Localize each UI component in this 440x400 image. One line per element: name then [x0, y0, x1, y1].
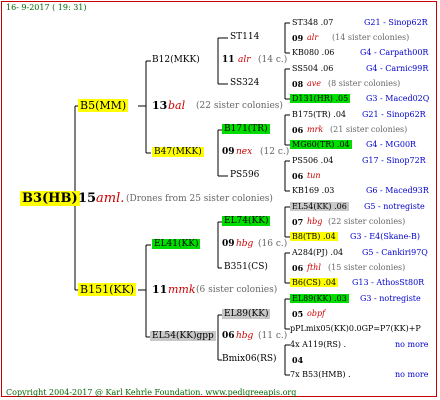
- gen2-queen[interactable]: EL41(KK): [152, 239, 201, 249]
- gen4-mark: tun: [307, 171, 321, 180]
- copyright: Copyright 2004-2017 @ Karl Kehrle Founda…: [6, 388, 297, 397]
- gen3-queen[interactable]: B351(CS): [224, 263, 268, 272]
- gen3-queen[interactable]: Bmix06(RS): [222, 355, 277, 364]
- gen1-queen[interactable]: B5(MM): [78, 99, 129, 112]
- gen4-queen[interactable]: 7x B53(HMB) .: [290, 371, 351, 379]
- gen4-year: 08: [292, 79, 304, 89]
- gen4-year: 06: [292, 263, 304, 273]
- gen3-queen[interactable]: B171(TR): [222, 124, 270, 134]
- gen4-origin: no more: [395, 340, 429, 349]
- gen4-origin: G3 - notregiste: [360, 294, 421, 303]
- gen4-mark: ave: [307, 79, 322, 88]
- gen4-year: 05: [292, 309, 304, 319]
- gen4-origin: G6 - Maced93R: [366, 186, 429, 195]
- gen2-note: (14 c.): [258, 55, 288, 65]
- gen4-origin: G21 - Sinop62R: [362, 110, 426, 119]
- gen4-note: (22 sister colonies): [328, 217, 406, 226]
- gen1-queen[interactable]: B151(KK): [78, 283, 137, 296]
- gen4-origin: G4 - MG00R: [366, 140, 417, 149]
- root-queen[interactable]: B3(HB): [20, 191, 80, 206]
- gen4-mark: obpf: [307, 309, 326, 318]
- gen1-year: 13: [152, 99, 168, 112]
- gen4-year: 09: [292, 33, 304, 43]
- gen2-mark: alr: [238, 55, 251, 65]
- gen4-queen[interactable]: MG60(TR) .04: [290, 140, 352, 149]
- gen4-origin: G21 - Sinop62R: [364, 18, 428, 27]
- gen4-year: 04: [292, 355, 304, 365]
- gen2-queen[interactable]: B12(MKK): [152, 56, 200, 65]
- gen4-origin: G3 - Maced02Q: [366, 94, 430, 103]
- gen3-queen[interactable]: SS324: [230, 79, 259, 88]
- gen2-queen[interactable]: EL54(KK)gpp: [150, 331, 216, 341]
- gen4-queen[interactable]: EL54(KK) .06: [290, 202, 349, 211]
- gen4-queen[interactable]: SS504 .06: [292, 65, 333, 73]
- gen4-queen[interactable]: D131(HR) .05: [290, 94, 351, 103]
- root-note: (Drones from 25 sister colonies): [126, 194, 273, 204]
- gen2-mark: hbg: [236, 239, 254, 249]
- gen4-note: (15 sister colonies): [328, 263, 406, 272]
- root-year: 15: [78, 191, 97, 206]
- gen4-origin: G5 - notregiste: [364, 202, 425, 211]
- gen4-queen[interactable]: KB169 .03: [292, 187, 334, 195]
- gen4-origin: G4 - Carpath00R: [360, 48, 429, 57]
- gen4-note: (8 sister colonies): [328, 79, 401, 88]
- gen4-note: (14 sister colonies): [332, 33, 410, 42]
- gen2-mark: nex: [236, 147, 253, 157]
- timestamp: 16- 9-2017 ( 19: 31): [6, 3, 87, 12]
- gen4-queen[interactable]: EL89(KK) .03: [290, 294, 349, 303]
- gen3-queen[interactable]: EL74(KK): [222, 216, 271, 226]
- gen4-year: 06: [292, 171, 304, 181]
- gen4-queen[interactable]: B175(TR) .04: [292, 111, 346, 119]
- gen4-origin: G3 - E4(Skane-B): [350, 232, 421, 241]
- gen2-note: (11 c.): [258, 331, 288, 341]
- gen4-note: (21 sister colonies): [330, 125, 408, 134]
- gen4-mark: hbg: [307, 217, 323, 226]
- gen4-origin: G17 - Sinop72R: [362, 156, 426, 165]
- gen1-mark: mmk: [168, 283, 196, 296]
- gen2-note: (16 c.): [258, 239, 288, 249]
- gen4-queen[interactable]: ST348 .07: [292, 19, 333, 27]
- gen4-queen[interactable]: A284(PJ) .04: [292, 249, 343, 257]
- gen4-queen[interactable]: PS506 .04: [292, 157, 333, 165]
- root-mark: aml.: [96, 191, 125, 206]
- gen1-note: (6 sister colonies): [196, 285, 278, 295]
- gen3-queen[interactable]: PS596: [230, 171, 259, 180]
- gen4-year: 07: [292, 217, 304, 227]
- gen4-origin: G5 - Cankiri97Q: [362, 248, 428, 257]
- gen1-note: (22 sister colonies): [196, 101, 283, 111]
- gen2-note: (12 c.): [260, 147, 290, 157]
- gen4-origin: G13 - AthosSt80R: [352, 278, 425, 287]
- gen4-year: 06: [292, 125, 304, 135]
- gen4-origin: no more: [395, 370, 429, 379]
- gen2-queen[interactable]: B47(MKK): [152, 147, 204, 157]
- gen1-mark: bal: [168, 99, 186, 112]
- gen4-queen[interactable]: KB080 .06: [292, 49, 334, 57]
- gen2-year: 11: [222, 55, 235, 65]
- gen4-queen[interactable]: 4x A119(RS) .: [290, 341, 346, 349]
- gen2-year: 09: [222, 147, 235, 157]
- gen4-queen[interactable]: B6(CS) .04: [290, 278, 339, 287]
- gen2-year: 06: [222, 331, 235, 341]
- gen4-mark: mrk: [307, 125, 324, 134]
- gen4-mark: alr: [307, 33, 319, 42]
- gen2-mark: hbg: [236, 331, 254, 341]
- gen3-queen[interactable]: ST114: [230, 33, 259, 42]
- gen2-year: 09: [222, 239, 235, 249]
- gen4-origin: G4 - Carnic99R: [366, 64, 429, 73]
- gen4-queen[interactable]: B8(TB) .04: [290, 232, 338, 241]
- gen3-queen[interactable]: EL89(KK): [222, 309, 271, 319]
- gen4-queen[interactable]: pPLmix05(KK)0.0GP=P7(KK)+P: [290, 325, 421, 333]
- gen1-year: 11: [152, 283, 168, 296]
- gen4-mark: fthl: [307, 263, 321, 272]
